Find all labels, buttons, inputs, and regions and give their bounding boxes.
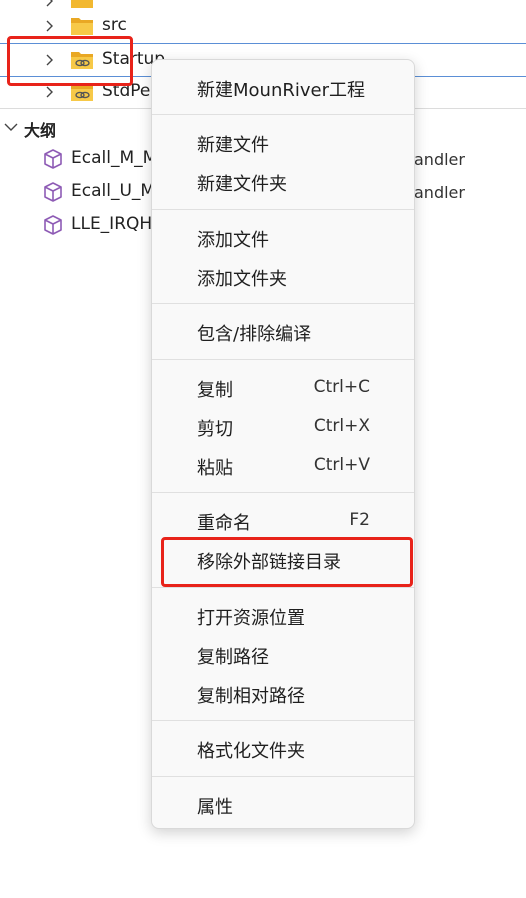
chevron-right-icon[interactable]	[36, 47, 62, 73]
chevron-right-icon[interactable]	[36, 13, 62, 39]
menu-item-copy[interactable]: 复制 Ctrl+C	[152, 368, 414, 406]
chevron-down-icon[interactable]	[0, 114, 24, 140]
linked-folder-icon	[71, 52, 93, 69]
outline-item-suffix: andler	[414, 150, 465, 169]
tree-item-label: StdPe	[102, 81, 151, 101]
context-menu: 新建MounRiver工程 新建文件 新建文件夹 添加文件 添加文件夹 包含/排…	[151, 59, 415, 829]
menu-item-include-exclude-build[interactable]: 包含/排除编译	[152, 312, 414, 350]
menu-separator	[152, 359, 414, 360]
menu-item-label: 新建MounRiver工程	[197, 80, 365, 101]
menu-item-label: 剪切	[197, 419, 233, 440]
menu-separator	[152, 303, 414, 304]
menu-separator	[152, 114, 414, 115]
menu-item-paste[interactable]: 粘贴 Ctrl+V	[152, 446, 414, 484]
cube-icon	[44, 182, 62, 202]
menu-item-format-folder[interactable]: 格式化文件夹	[152, 729, 414, 767]
folder-icon	[71, 0, 93, 8]
menu-separator	[152, 776, 414, 777]
outline-item-suffix: andler	[414, 183, 465, 202]
outline-item-label: Ecall_U_M	[71, 181, 156, 201]
menu-separator	[152, 587, 414, 588]
menu-item-label: 包含/排除编译	[197, 324, 312, 345]
chevron-right-icon[interactable]	[36, 79, 62, 105]
menu-item-label: 移除外部链接目录	[197, 552, 341, 573]
outline-title: 大纲	[24, 121, 57, 140]
menu-item-rename[interactable]: 重命名 F2	[152, 501, 414, 539]
menu-item-shortcut: Ctrl+X	[313, 416, 370, 436]
menu-item-label: 格式化文件夹	[197, 741, 305, 762]
menu-item-label: 重命名	[197, 513, 251, 534]
menu-item-label: 复制	[197, 380, 233, 401]
menu-item-copy-path[interactable]: 复制路径	[152, 635, 414, 673]
menu-item-open-location[interactable]: 打开资源位置	[152, 596, 414, 634]
outline-item-label: LLE_IRQH	[71, 214, 153, 234]
menu-item-copy-relative-path[interactable]: 复制相对路径	[152, 674, 414, 712]
menu-item-remove-linked-folder[interactable]: 移除外部链接目录	[152, 540, 414, 578]
folder-icon	[71, 18, 93, 35]
linked-folder-icon	[71, 84, 93, 101]
menu-item-add-folder[interactable]: 添加文件夹	[152, 257, 414, 295]
cube-icon	[44, 215, 62, 235]
tree-item-label: src	[102, 15, 127, 35]
menu-item-new-file[interactable]: 新建文件	[152, 123, 414, 161]
menu-item-properties[interactable]: 属性	[152, 785, 414, 823]
menu-item-label: 添加文件	[197, 230, 269, 251]
menu-item-label: 复制路径	[197, 647, 269, 668]
menu-separator	[152, 492, 414, 493]
menu-item-label: 新建文件夹	[197, 174, 287, 195]
menu-separator	[152, 720, 414, 721]
menu-item-new-project[interactable]: 新建MounRiver工程	[152, 68, 414, 106]
tree-row-src[interactable]: src	[0, 10, 526, 42]
menu-item-shortcut: Ctrl+V	[313, 455, 370, 475]
menu-item-cut[interactable]: 剪切 Ctrl+X	[152, 407, 414, 445]
cube-icon	[44, 149, 62, 169]
menu-item-new-folder[interactable]: 新建文件夹	[152, 162, 414, 200]
menu-item-shortcut: Ctrl+C	[313, 377, 370, 397]
outline-item-label: Ecall_M_M	[71, 148, 158, 168]
menu-separator	[152, 209, 414, 210]
menu-item-add-file[interactable]: 添加文件	[152, 218, 414, 256]
menu-item-shortcut: F2	[349, 510, 370, 530]
menu-item-label: 添加文件夹	[197, 269, 287, 290]
menu-item-label: 复制相对路径	[197, 686, 305, 707]
menu-item-label: 属性	[197, 797, 233, 818]
menu-item-label: 粘贴	[197, 458, 233, 479]
menu-item-label: 打开资源位置	[197, 608, 305, 629]
menu-item-label: 新建文件	[197, 135, 269, 156]
